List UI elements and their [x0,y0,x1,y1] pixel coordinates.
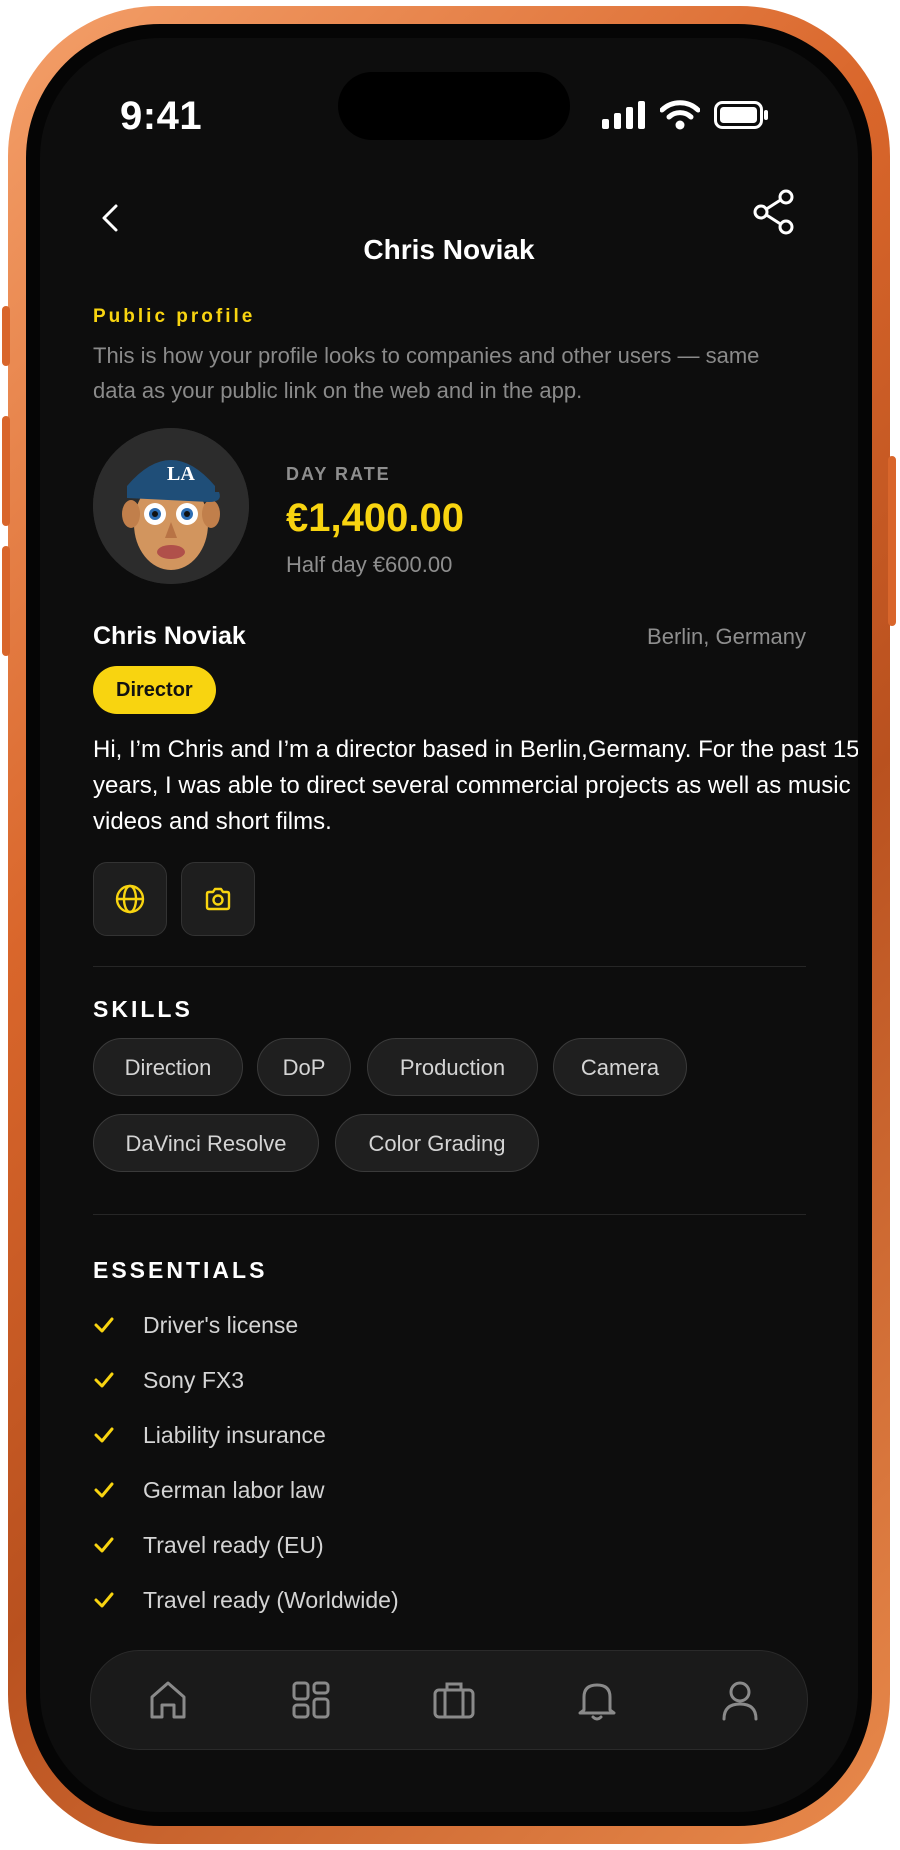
share-button[interactable] [748,186,800,238]
role-badge: Director [93,666,216,714]
briefcase-icon[interactable] [429,1675,479,1725]
essential-item: Liability insurance [93,1418,326,1452]
svg-text:LA: LA [167,463,195,485]
essential-label: Liability insurance [143,1421,326,1448]
portfolio-link-button[interactable] [181,862,255,936]
essential-label: German labor law [143,1476,325,1503]
back-button[interactable] [92,198,132,238]
essential-item: Sony FX3 [93,1363,244,1397]
volume-down-button [2,546,10,656]
day-rate-label: DAY RATE [286,464,391,484]
check-icon [94,1592,114,1608]
essential-item: Driver's license [93,1308,298,1342]
home-icon[interactable] [143,1675,193,1725]
public-profile-label: Public profile [93,306,256,327]
skill-chip[interactable]: DoP [257,1038,351,1096]
bottom-tab-bar [90,1650,808,1750]
check-icon [94,1482,114,1498]
website-link-button[interactable] [93,862,167,936]
skill-chip[interactable]: Camera [553,1038,687,1096]
profile-intro-text: This is how your profile looks to compan… [93,343,760,403]
globe-icon [115,884,145,914]
day-rate-value: €1,400.00 [286,496,464,540]
half-day-rate: Half day €600.00 [286,552,453,577]
cellular-signal-icon [602,101,645,129]
essential-item: German labor law [93,1473,325,1507]
skill-chip[interactable]: Direction [93,1038,243,1096]
camera-icon [205,887,231,911]
avatar: LA [93,428,249,584]
battery-icon [714,101,768,129]
app-screen: 9:41 Chris Noviak Public profile This is… [40,38,858,1812]
bell-icon[interactable] [572,1675,622,1725]
skill-chip[interactable]: DaVinci Resolve [93,1114,319,1172]
skill-chip[interactable]: Color Grading [335,1114,539,1172]
essential-label: Driver's license [143,1311,299,1338]
user-icon[interactable] [715,1675,765,1725]
check-icon [94,1372,114,1388]
skills-title: SKILLS [93,996,193,1022]
essential-label: Sony FX3 [143,1366,244,1393]
essential-label: Travel ready (EU) [143,1531,324,1558]
phone-frame: 9:41 Chris Noviak Public profile This is… [2,6,896,1844]
check-icon [94,1317,114,1333]
phone-bezel: 9:41 Chris Noviak Public profile This is… [26,24,872,1826]
essential-label: Travel ready (Worldwide) [143,1586,399,1613]
check-icon [94,1537,114,1553]
status-time: 9:41 [120,94,203,138]
wifi-icon [660,100,700,130]
page-title: Chris Noviak [363,234,535,265]
skill-chip[interactable]: Production [367,1038,538,1096]
profile-location: Berlin, Germany [647,624,806,649]
power-button [888,456,896,626]
essential-item: Travel ready (Worldwide) [93,1583,399,1617]
check-icon [94,1427,114,1443]
dynamic-island [338,72,570,140]
profile-name: Chris Noviak [93,622,246,650]
avatar-illustration: LA [93,428,249,584]
essentials-title: ESSENTIALS [93,1257,268,1283]
section-divider [93,966,806,967]
section-divider [93,1214,806,1215]
volume-up-button [2,416,10,526]
status-icons [602,100,770,130]
essential-item: Travel ready (EU) [93,1528,324,1562]
action-button [2,306,10,366]
grid-icon[interactable] [286,1675,336,1725]
profile-bio: Hi, I’m Chris and I’m a director based i… [93,736,858,835]
